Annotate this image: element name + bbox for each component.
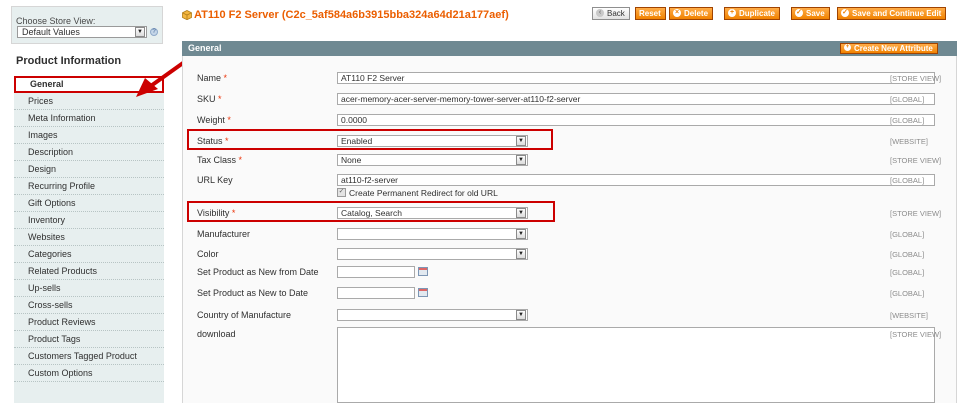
sidebar-item-custom-options[interactable]: Custom Options	[14, 365, 164, 382]
back-button[interactable]: ‹ Back	[592, 7, 630, 20]
sku-scope: [GLOBAL]	[890, 95, 925, 104]
save-continue-button[interactable]: ✓ Save and Continue Edit	[837, 7, 947, 20]
duplicate-button[interactable]: + Duplicate	[724, 7, 781, 20]
color-scope: [GLOBAL]	[890, 250, 925, 259]
chevron-down-icon: ▼	[516, 229, 526, 239]
manufacturer-label: Manufacturer	[197, 229, 251, 239]
sidebar-item-description[interactable]: Description	[14, 144, 164, 161]
sidebar-item-product-tags[interactable]: Product Tags	[14, 331, 164, 348]
name-scope: [STORE VIEW]	[890, 74, 942, 83]
visibility-scope: [STORE VIEW]	[890, 209, 942, 218]
url-key-label: URL Key	[197, 175, 233, 185]
sidebar-item-related-products[interactable]: Related Products	[14, 263, 164, 280]
weight-label: Weight *	[197, 115, 231, 125]
calendar-icon[interactable]	[418, 288, 428, 297]
sidebar-filler	[14, 382, 164, 403]
url-key-input[interactable]: at110-f2-server	[337, 174, 935, 186]
chevron-down-icon: ▼	[516, 155, 526, 165]
check-icon: ✓	[841, 8, 849, 17]
manufacturer-scope: [GLOBAL]	[890, 230, 925, 239]
store-view-select[interactable]: Default Values ▼	[17, 26, 147, 38]
chevron-down-icon: ▼	[516, 208, 526, 218]
visibility-label: Visibility *	[197, 208, 236, 218]
back-arrow-icon: ‹	[596, 8, 604, 17]
download-textarea[interactable]	[337, 327, 935, 403]
sidebar-menu: General Prices Meta Information Images D…	[14, 76, 164, 382]
chevron-down-icon: ▼	[516, 310, 526, 320]
sku-label: SKU *	[197, 94, 222, 104]
color-label: Color	[197, 249, 219, 259]
tax-class-scope: [STORE VIEW]	[890, 156, 942, 165]
duplicate-icon: +	[728, 8, 736, 17]
status-scope: [WEBSITE]	[890, 137, 928, 146]
weight-scope: [GLOBAL]	[890, 116, 925, 125]
redirect-checkbox[interactable]: ✓	[337, 188, 346, 198]
url-key-scope: [GLOBAL]	[890, 176, 925, 185]
sidebar-item-inventory[interactable]: Inventory	[14, 212, 164, 229]
sidebar-item-customers-tagged-product[interactable]: Customers Tagged Product	[14, 348, 164, 365]
tax-class-label: Tax Class *	[197, 155, 243, 165]
delete-icon: ×	[673, 8, 681, 17]
product-box-icon	[182, 10, 192, 20]
status-select[interactable]: Enabled ▼	[337, 135, 528, 147]
chevron-down-icon: ▼	[135, 27, 145, 37]
page-title: AT110 F2 Server (C2c_5af584a6b3915bba324…	[194, 9, 509, 21]
country-label: Country of Manufacture	[197, 310, 292, 320]
sidebar-item-design[interactable]: Design	[14, 161, 164, 178]
redirect-label: Create Permanent Redirect for old URL	[349, 188, 498, 198]
store-switcher-label: Choose Store View:	[16, 16, 96, 26]
check-icon: ✓	[795, 8, 803, 17]
new-to-date-label: Set Product as New to Date	[197, 288, 309, 298]
tax-class-select[interactable]: None ▼	[337, 154, 528, 166]
new-to-date-input[interactable]	[337, 287, 415, 299]
chevron-down-icon: ▼	[516, 249, 526, 259]
name-label: Name *	[197, 73, 228, 83]
sidebar-item-categories[interactable]: Categories	[14, 246, 164, 263]
download-label: download	[197, 329, 236, 339]
weight-input[interactable]: 0.0000	[337, 114, 935, 126]
save-button[interactable]: ✓ Save	[791, 7, 830, 20]
sidebar-item-recurring-profile[interactable]: Recurring Profile	[14, 178, 164, 195]
new-to-date-scope: [GLOBAL]	[890, 289, 925, 298]
sidebar-item-images[interactable]: Images	[14, 127, 164, 144]
country-scope: [WEBSITE]	[890, 311, 928, 320]
manufacturer-select[interactable]: ▼	[337, 228, 528, 240]
sidebar-item-product-reviews[interactable]: Product Reviews	[14, 314, 164, 331]
status-label: Status *	[197, 136, 229, 146]
new-from-date-scope: [GLOBAL]	[890, 268, 925, 277]
redirect-option: ✓ Create Permanent Redirect for old URL	[337, 188, 498, 198]
store-view-value: Default Values	[22, 27, 80, 37]
chevron-down-icon: ▼	[516, 136, 526, 146]
reset-button[interactable]: Reset	[635, 7, 666, 20]
calendar-icon[interactable]	[418, 267, 428, 276]
country-select[interactable]: ▼	[337, 309, 528, 321]
create-attribute-button[interactable]: + Create New Attribute	[840, 43, 938, 54]
sidebar-item-up-sells[interactable]: Up-sells	[14, 280, 164, 297]
download-scope: [STORE VIEW]	[890, 330, 942, 339]
color-select[interactable]: ▼	[337, 248, 528, 260]
delete-button[interactable]: × Delete	[669, 7, 714, 20]
sidebar-item-gift-options[interactable]: Gift Options	[14, 195, 164, 212]
help-icon[interactable]: ?	[150, 28, 158, 36]
new-from-date-input[interactable]	[337, 266, 415, 278]
sidebar-item-cross-sells[interactable]: Cross-sells	[14, 297, 164, 314]
sku-input[interactable]: acer-memory-acer-server-memory-tower-ser…	[337, 93, 935, 105]
add-icon: +	[844, 44, 851, 52]
name-input[interactable]: AT110 F2 Server	[337, 72, 935, 84]
sidebar-item-meta-information[interactable]: Meta Information	[14, 110, 164, 127]
visibility-select[interactable]: Catalog, Search ▼	[337, 207, 528, 219]
sidebar-item-websites[interactable]: Websites	[14, 229, 164, 246]
new-from-date-label: Set Product as New from Date	[197, 267, 319, 277]
